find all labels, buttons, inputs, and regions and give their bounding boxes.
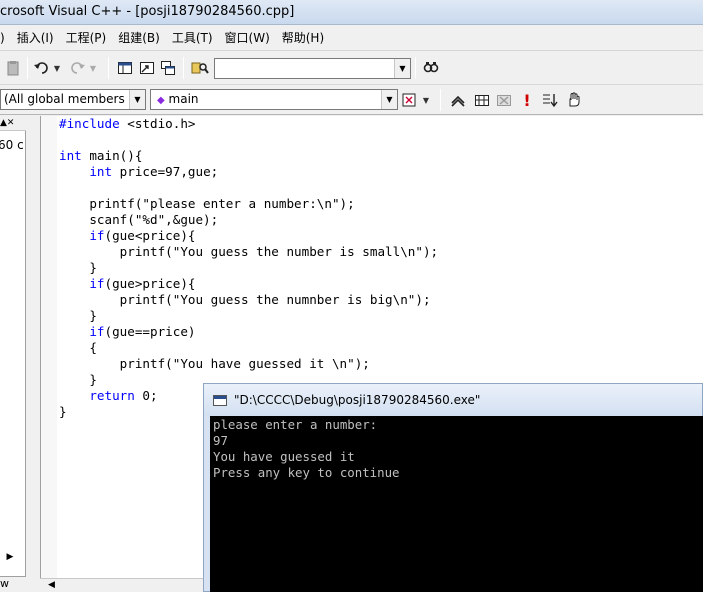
code-line: if(gue==price) (89, 324, 196, 339)
console-output: please enter a number: 97 You have guess… (213, 417, 400, 480)
code-line: return 0; (89, 388, 158, 403)
member-combo-value: main (168, 92, 199, 106)
console-window[interactable]: "D:\CCCC\Debug\posji18790284560.exe" ple… (203, 383, 703, 592)
code-line: #include <stdio.h> (59, 116, 196, 131)
scroll-right-icon[interactable]: ▶ (0, 552, 20, 567)
code-line: } (59, 308, 97, 323)
code-line: } (59, 260, 97, 275)
code-line: printf("You guess the number is small\n"… (59, 244, 439, 259)
code-line: { (59, 340, 97, 355)
code-line: printf("You have guessed it \n"); (59, 356, 370, 371)
chevron-down-icon[interactable]: ▼ (394, 59, 410, 78)
console-app-icon (213, 395, 227, 406)
workspace-icon[interactable] (115, 58, 135, 78)
menu-item-insert[interactable]: 插入(I) (12, 27, 61, 49)
build-icon[interactable] (472, 90, 492, 110)
breakpoint-icon[interactable] (540, 90, 560, 110)
wizard-bar-icon[interactable] (400, 90, 420, 110)
code-line: printf("You guess the numnber is big\n")… (59, 292, 431, 307)
source-code[interactable]: #include <stdio.h> int main(){ int price… (59, 116, 438, 420)
close-icon[interactable]: ✕ (7, 118, 15, 128)
code-line: printf("please enter a number:\n"); (59, 196, 355, 211)
toolbar-separator (440, 89, 441, 111)
editor-horizontal-scrollbar[interactable]: ◀ (40, 578, 210, 592)
menu-item-tools[interactable]: 工具(T) (167, 27, 220, 49)
window-title-bar: crosoft Visual C++ - [posji18790284560.c… (0, 0, 703, 25)
windows-icon[interactable] (158, 58, 178, 78)
pane-gap (26, 116, 40, 592)
workspace-tab[interactable]: w (0, 577, 9, 590)
stop-build-icon[interactable] (494, 90, 514, 110)
console-title: "D:\CCCC\Debug\posji18790284560.exe" (234, 393, 481, 407)
workspace-pane: ▲✕ 60 c ▶ (0, 116, 26, 592)
redo-icon[interactable] (67, 58, 87, 78)
find-icon[interactable] (421, 58, 441, 78)
scroll-left-icon[interactable]: ◀ (48, 580, 55, 590)
menu-item-window[interactable]: 窗口(W) (220, 27, 277, 49)
paste-icon[interactable] (3, 58, 23, 78)
class-combo-value: (All global members (4, 92, 125, 106)
member-icon: ◆ (157, 95, 165, 106)
code-line: scanf("%d",&gue); (59, 212, 219, 227)
toolbar-separator (183, 57, 184, 79)
go-icon[interactable] (564, 90, 584, 110)
code-line: if(gue>price){ (89, 276, 196, 291)
undo-icon[interactable] (32, 58, 52, 78)
editor-gutter (41, 116, 57, 592)
toolbar-separator (27, 57, 28, 79)
code-line: } (59, 404, 67, 419)
output-icon[interactable] (137, 58, 157, 78)
menu-bar: ) 插入(I) 工程(P) 组建(B) 工具(T) 窗口(W) 帮助(H) (0, 25, 703, 51)
wizard-dropdown-icon[interactable]: ▼ (420, 90, 432, 110)
toolbar-separator (108, 57, 109, 79)
code-line: int price=97,gue; (89, 164, 219, 179)
code-line: } (59, 372, 97, 387)
console-screen[interactable]: please enter a number: 97 You have guess… (210, 416, 703, 592)
chevron-down-icon[interactable]: ▼ (381, 90, 397, 109)
compile-icon[interactable] (448, 90, 468, 110)
window-title: crosoft Visual C++ - [posji18790284560.c… (0, 4, 295, 19)
menu-item-fragment[interactable]: ) (0, 27, 12, 49)
wizard-toolbar: (All global members ▼ ◆ main ▼ ▼ ! (0, 85, 703, 115)
class-combo[interactable]: (All global members ▼ (0, 89, 146, 110)
menu-item-project[interactable]: 工程(P) (61, 27, 114, 49)
standard-toolbar: ▼ ▼ ▼ (0, 52, 703, 85)
menu-item-build[interactable]: 组建(B) (113, 27, 167, 49)
member-combo[interactable]: ◆ main ▼ (150, 89, 398, 110)
code-line: int main(){ (59, 148, 143, 163)
toolbar-separator (415, 57, 416, 79)
redo-dropdown-icon[interactable]: ▼ (87, 58, 99, 78)
find-combo[interactable]: ▼ (214, 58, 411, 79)
menu-item-help[interactable]: 帮助(H) (277, 27, 331, 49)
workspace-pane-header: ▲✕ (0, 116, 26, 131)
undo-dropdown-icon[interactable]: ▼ (51, 58, 63, 78)
chevron-down-icon[interactable]: ▼ (129, 90, 145, 109)
find-in-files-icon[interactable] (190, 58, 210, 78)
execute-icon[interactable]: ! (517, 90, 537, 110)
console-title-bar[interactable]: "D:\CCCC\Debug\posji18790284560.exe" (204, 384, 702, 416)
code-line: if(gue<price){ (89, 228, 196, 243)
workspace-text-fragment: 60 c (0, 138, 24, 152)
pane-restore-icon[interactable]: ▲ (0, 118, 7, 128)
